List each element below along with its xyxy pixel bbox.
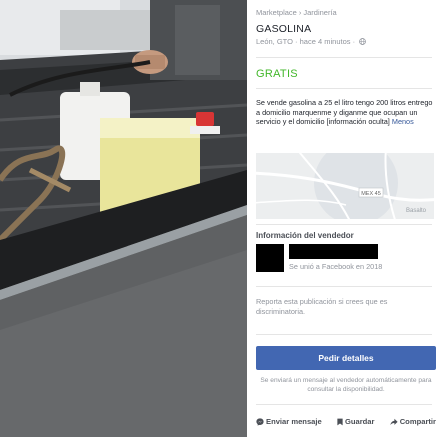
seller-avatar[interactable] — [256, 244, 284, 272]
divider — [256, 404, 432, 405]
listing-price: GRATIS — [256, 68, 298, 80]
listing-title: GASOLINA — [256, 23, 312, 35]
breadcrumb-separator: › — [298, 8, 302, 17]
request-details-button[interactable]: Pedir detalles — [256, 346, 436, 370]
send-message-action[interactable]: Enviar mensaje — [256, 417, 322, 426]
share-action[interactable]: Compartir — [390, 417, 436, 426]
bookmark-icon — [337, 418, 343, 426]
breadcrumb-category[interactable]: Jardinería — [303, 8, 336, 17]
divider — [256, 334, 432, 335]
map-place-label: Basalto — [406, 208, 427, 214]
listing-details-panel: Marketplace › Jardinería GASOLINA León, GT… — [247, 0, 441, 437]
listing-location-time: León, GTO · hace 4 minutos · — [256, 37, 356, 46]
seller-joined: Se unió a Facebook en 2018 — [289, 262, 383, 271]
save-action[interactable]: Guardar — [337, 417, 375, 426]
breadcrumb-marketplace[interactable]: Marketplace — [256, 8, 297, 17]
report-listing-text[interactable]: Reporta esta publicación si crees que es… — [256, 297, 434, 316]
seller-name-redacted[interactable] — [289, 244, 378, 259]
location-map[interactable]: MEX 45 Basalto — [256, 153, 434, 219]
listing-actions: Enviar mensaje Guardar Compartir — [256, 417, 436, 426]
seller-section-title: Información del vendedor — [256, 231, 354, 240]
listing-description: Se vende gasolina a 25 el litro tengo 20… — [256, 98, 434, 127]
request-details-notice: Se enviará un mensaje al vendedor automá… — [260, 377, 432, 393]
listing-photo[interactable] — [0, 0, 247, 437]
share-arrow-icon — [390, 418, 398, 426]
photo-image — [0, 0, 247, 437]
save-label: Guardar — [344, 417, 375, 426]
share-label: Compartir — [399, 417, 436, 426]
divider — [256, 57, 432, 58]
divider — [256, 286, 432, 287]
listing-meta: León, GTO · hace 4 minutos · — [256, 37, 367, 47]
send-message-label: Enviar mensaje — [266, 417, 322, 426]
breadcrumb: Marketplace › Jardinería — [256, 8, 337, 17]
map-image: MEX 45 Basalto — [256, 153, 434, 219]
globe-icon — [359, 38, 367, 47]
divider — [256, 224, 432, 225]
less-link[interactable]: Menos — [392, 117, 414, 126]
seller-info[interactable]: Se unió a Facebook en 2018 — [256, 244, 434, 274]
messenger-icon — [256, 417, 264, 426]
divider — [256, 88, 432, 89]
map-road-label: MEX 45 — [361, 191, 381, 197]
